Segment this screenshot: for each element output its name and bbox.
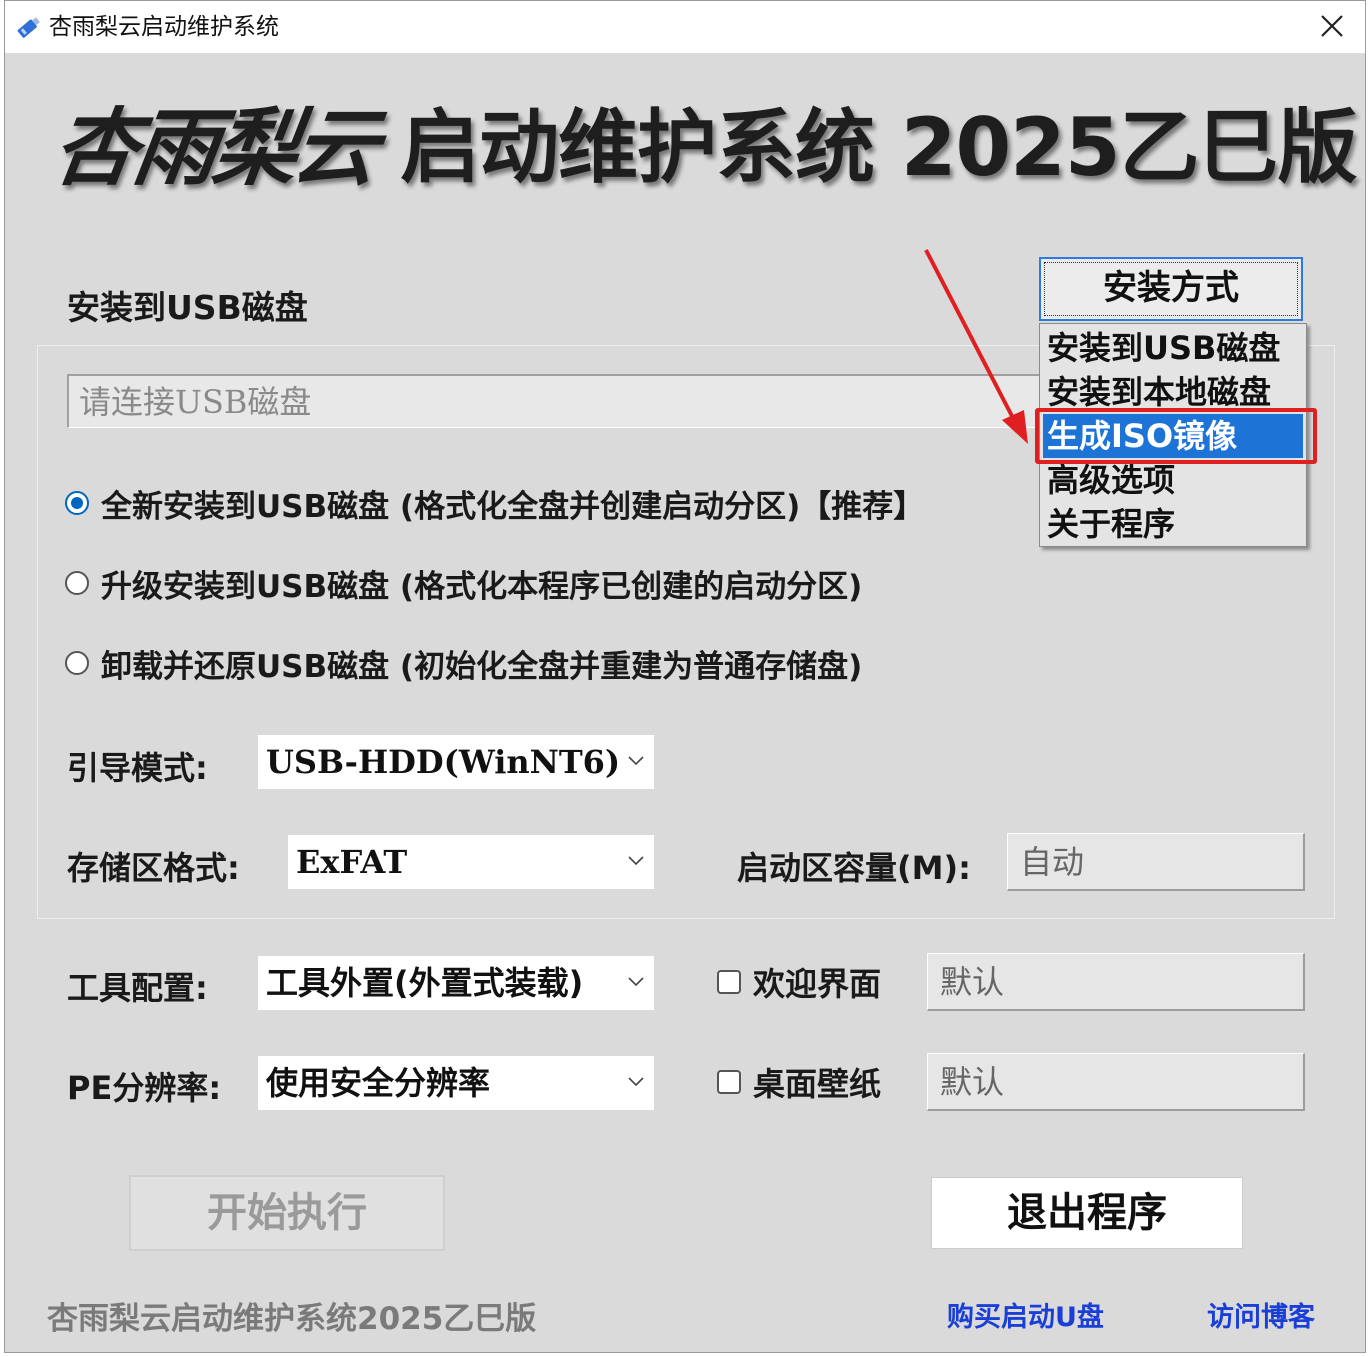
- close-icon: [1321, 15, 1343, 37]
- annotation-highlight-box: [1035, 408, 1317, 464]
- footer-product-name: 杏雨梨云启动维护系统2025乙巳版: [47, 1301, 537, 1337]
- usb-disk-input[interactable]: [69, 376, 1047, 427]
- storage-format-label: 存储区格式:: [67, 849, 240, 887]
- radio-option-new-install[interactable]: 全新安装到USB磁盘 (格式化全盘并创建启动分区)【推荐】: [65, 483, 925, 525]
- boot-size-value: 自动: [1020, 843, 1085, 881]
- storage-format-select[interactable]: ExFAT: [288, 835, 654, 889]
- wallpaper-option[interactable]: 桌面壁纸: [717, 1057, 881, 1107]
- radio-option-uninstall[interactable]: 卸载并还原USB磁盘 (初始化全盘并重建为普通存储盘): [65, 643, 863, 685]
- section-title: 安装到USB磁盘: [67, 288, 308, 327]
- wallpaper-checkbox[interactable]: [717, 1070, 741, 1094]
- chevron-down-icon: [628, 1077, 644, 1087]
- tools-config-select[interactable]: 工具外置(外置式装载): [258, 956, 654, 1010]
- chevron-down-icon: [628, 856, 644, 866]
- exit-button[interactable]: 退出程序: [931, 1177, 1243, 1249]
- tools-config-label: 工具配置:: [67, 969, 208, 1007]
- wallpaper-field[interactable]: 默认: [927, 1053, 1305, 1111]
- radio-label: 升级安装到USB磁盘 (格式化本程序已创建的启动分区): [101, 568, 863, 605]
- close-button[interactable]: [1301, 1, 1365, 53]
- boot-size-label: 启动区容量(M):: [737, 849, 971, 887]
- install-method-button[interactable]: 安装方式: [1039, 257, 1303, 321]
- start-button[interactable]: 开始执行: [129, 1175, 445, 1251]
- boot-mode-label: 引导模式:: [67, 749, 208, 787]
- welcome-value: 默认: [940, 963, 1005, 1001]
- chevron-down-icon: [628, 977, 644, 987]
- visit-blog-link[interactable]: 访问博客: [1207, 1295, 1315, 1334]
- radio-button[interactable]: [65, 571, 89, 595]
- boot-size-field[interactable]: 自动: [1007, 833, 1305, 891]
- radio-button[interactable]: [65, 651, 89, 675]
- main-window: 杏雨梨云启动维护系统 杏雨梨云 启动维护系统 2025乙巳版 安装到USB磁盘 …: [4, 0, 1366, 1353]
- tools-config-value: 工具外置(外置式装载): [266, 964, 584, 1002]
- banner-main-text: 启动维护系统 2025乙巳版: [400, 101, 1358, 194]
- pe-resolution-select[interactable]: 使用安全分辨率: [258, 1056, 654, 1110]
- radio-label: 全新安装到USB磁盘 (格式化全盘并创建启动分区)【推荐】: [101, 488, 925, 525]
- wallpaper-value: 默认: [940, 1063, 1005, 1101]
- pe-resolution-label: PE分辨率:: [67, 1069, 222, 1107]
- welcome-checkbox[interactable]: [717, 970, 741, 994]
- menu-item-advanced[interactable]: 高级选项: [1043, 458, 1303, 502]
- banner-title: 杏雨梨云 启动维护系统 2025乙巳版: [47, 79, 1357, 197]
- radio-option-upgrade[interactable]: 升级安装到USB磁盘 (格式化本程序已创建的启动分区): [65, 563, 863, 605]
- radio-button[interactable]: [65, 491, 89, 515]
- chevron-down-icon: [628, 756, 644, 766]
- usb-disk-field[interactable]: [67, 374, 1047, 428]
- boot-mode-select[interactable]: USB-HDD(WinNT6): [258, 735, 654, 789]
- usb-drive-icon: [13, 13, 43, 43]
- boot-mode-value: USB-HDD(WinNT6): [266, 743, 621, 781]
- storage-format-value: ExFAT: [296, 843, 408, 881]
- menu-item-install-usb[interactable]: 安装到USB磁盘: [1043, 326, 1303, 370]
- wallpaper-label: 桌面壁纸: [753, 1065, 882, 1103]
- buy-usb-link[interactable]: 购买启动U盘: [947, 1295, 1104, 1334]
- menu-item-about[interactable]: 关于程序: [1043, 502, 1303, 546]
- welcome-screen-option[interactable]: 欢迎界面: [717, 957, 881, 1007]
- pe-resolution-value: 使用安全分辨率: [266, 1064, 491, 1102]
- banner-script-text: 杏雨梨云: [47, 98, 382, 197]
- radio-label: 卸载并还原USB磁盘 (初始化全盘并重建为普通存储盘): [101, 648, 863, 685]
- title-bar: 杏雨梨云启动维护系统: [5, 1, 1365, 53]
- welcome-label: 欢迎界面: [753, 965, 882, 1003]
- welcome-field[interactable]: 默认: [927, 953, 1305, 1011]
- window-title: 杏雨梨云启动维护系统: [49, 14, 279, 40]
